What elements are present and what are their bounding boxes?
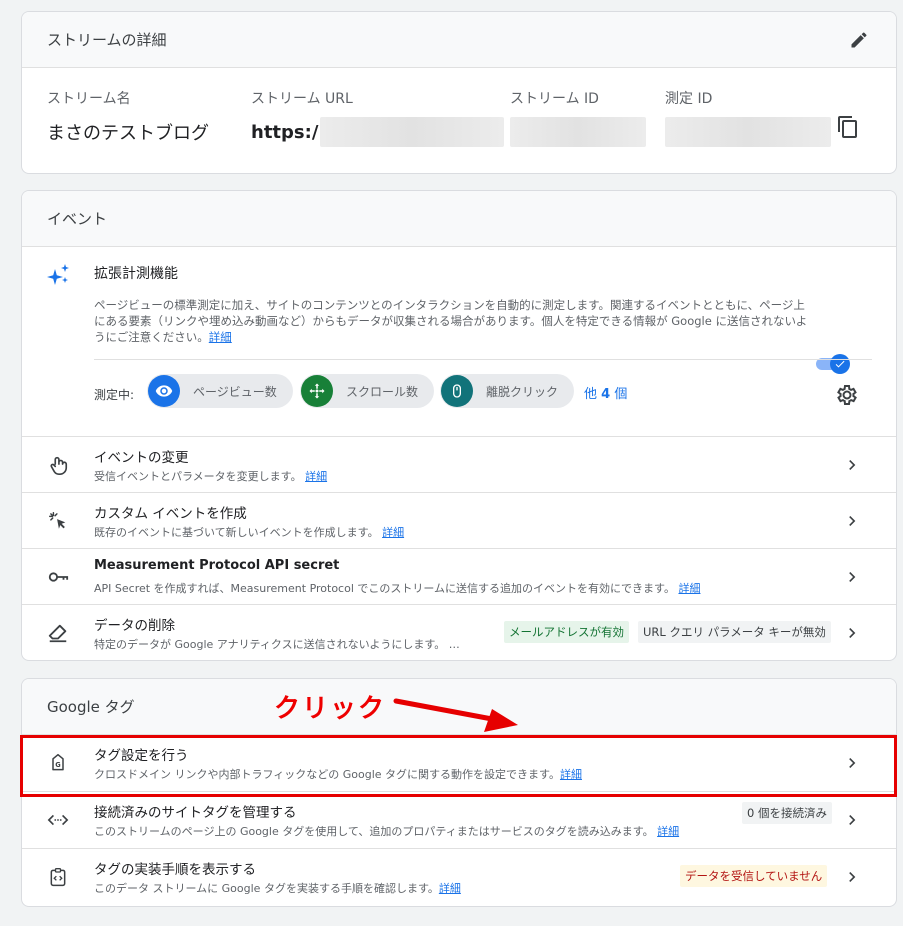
chip-scrolls[interactable]: スクロール数	[300, 374, 435, 408]
create-custom-event-learn-more-link[interactable]: 詳細	[382, 526, 404, 539]
events-title: イベント	[47, 210, 108, 228]
measurement-protocol-desc: API Secret を作成すれば、Measurement Protocol で…	[94, 582, 675, 595]
view-tag-instructions-learn-more-link[interactable]: 詳細	[439, 882, 461, 895]
stream-id-field: ストリーム ID	[510, 88, 646, 147]
key-icon	[46, 565, 70, 589]
sparkle-icon	[46, 263, 72, 293]
touch-icon	[46, 453, 70, 477]
measurement-protocol-learn-more-link[interactable]: 詳細	[678, 582, 700, 595]
no-data-received-badge: データを受信していません	[680, 865, 828, 887]
cursor-click-icon	[46, 509, 70, 533]
edit-icon[interactable]	[847, 28, 871, 52]
chevron-right-icon	[842, 623, 862, 647]
mouse-icon	[441, 375, 473, 407]
chip-page-views-label: ページビュー数	[193, 384, 277, 399]
code-link-icon	[46, 808, 70, 832]
enhanced-desc-text: ページビューの標準測定に加え、サイトのコンテンツとのインタラクションを自動的に測…	[94, 298, 808, 344]
event-modify-desc: 受信イベントとパラメータを変更します。	[94, 470, 302, 483]
more-measurements-link[interactable]: 他 4 個	[584, 383, 627, 402]
measuring-label: 測定中:	[94, 388, 135, 402]
create-custom-event-row[interactable]: カスタム イベントを作成 既存のイベントに基づいて新しいイベントを作成します。 …	[22, 493, 896, 549]
measurement-id-field: 測定 ID	[665, 88, 831, 147]
check-icon	[830, 354, 850, 374]
redacted-measurement-id	[665, 117, 831, 147]
enhanced-learn-more-link[interactable]: 詳細	[209, 330, 232, 344]
copy-icon[interactable]	[836, 115, 860, 143]
eraser-icon	[46, 621, 70, 645]
chevron-right-icon	[842, 867, 862, 891]
stream-name-label: ストリーム名	[47, 91, 131, 107]
stream-name-value: まさのテストブログ	[47, 123, 209, 144]
stream-details-header: ストリームの詳細	[22, 12, 896, 68]
click-annotation-text: クリック	[274, 694, 387, 724]
create-custom-event-title: カスタム イベントを作成	[94, 506, 247, 522]
connected-count-badge: 0 個を接続済み	[742, 802, 832, 824]
chip-outbound-clicks-label: 離脱クリック	[486, 384, 559, 399]
chevron-right-icon	[842, 567, 862, 591]
chip-scrolls-label: スクロール数	[346, 384, 419, 399]
redacted-stream-id	[510, 117, 646, 147]
stream-url-label: ストリーム URL	[251, 91, 353, 107]
scroll-icon	[301, 375, 333, 407]
enhanced-measurement-title: 拡張計測機能	[94, 266, 178, 282]
code-clipboard-icon	[46, 865, 70, 889]
redacted-url	[320, 117, 505, 147]
measurement-id-label: 測定 ID	[665, 91, 713, 107]
view-tag-instructions-title: タグの実装手順を表示する	[94, 862, 256, 878]
annotation-highlight-box	[20, 735, 897, 797]
event-modify-learn-more-link[interactable]: 詳細	[305, 470, 327, 483]
manage-connected-tags-desc: このストリームのページ上の Google タグを使用して、追加のプロパティまたは…	[94, 825, 654, 838]
stream-name-field: ストリーム名 まさのテストブログ	[47, 88, 209, 147]
chip-outbound-clicks[interactable]: 離脱クリック	[440, 374, 575, 408]
measurement-protocol-title: Measurement Protocol API secret	[94, 558, 340, 573]
chevron-right-icon	[842, 511, 862, 535]
stream-details-title: ストリームの詳細	[47, 31, 167, 49]
events-card: イベント 拡張計測機能 ページビューの標準測定に加え、サイトのコンテンツとのイン…	[21, 190, 897, 661]
measurement-protocol-row[interactable]: Measurement Protocol API secret API Secr…	[22, 549, 896, 605]
manage-connected-tags-learn-more-link[interactable]: 詳細	[657, 825, 679, 838]
stream-id-label: ストリーム ID	[510, 91, 599, 107]
stream-url-field: ストリーム URL https:/	[251, 88, 505, 147]
manage-connected-tags-title: 接続済みのサイトタグを管理する	[94, 805, 297, 821]
enhanced-measurement-toggle[interactable]	[816, 354, 852, 374]
data-redaction-desc: 特定のデータが Google アナリティクスに送信されないようにします。 …	[94, 638, 460, 651]
view-tag-instructions-row[interactable]: タグの実装手順を表示する このデータ ストリームに Google タグを実装する…	[22, 849, 896, 906]
create-custom-event-desc: 既存のイベントに基づいて新しいイベントを作成します。	[94, 526, 379, 539]
annotation-arrow-icon	[393, 698, 518, 732]
manage-connected-tags-row[interactable]: 接続済みのサイトタグを管理する このストリームのページ上の Google タグを…	[22, 792, 896, 849]
event-modify-row[interactable]: イベントの変更 受信イベントとパラメータを変更します。 詳細	[22, 437, 896, 493]
chip-page-views[interactable]: ページビュー数	[147, 374, 293, 408]
event-modify-title: イベントの変更	[94, 450, 189, 466]
enhanced-measurement-desc: ページビューの標準測定に加え、サイトのコンテンツとのインタラクションを自動的に測…	[94, 297, 809, 345]
gear-icon[interactable]	[835, 383, 859, 411]
email-redaction-badge: メールアドレスが有効	[504, 621, 629, 643]
chevron-right-icon	[842, 810, 862, 834]
eye-icon	[148, 375, 180, 407]
events-header: イベント	[22, 191, 896, 247]
data-redaction-row[interactable]: データの削除 特定のデータが Google アナリティクスに送信されないようにし…	[22, 605, 896, 660]
view-tag-instructions-desc: このデータ ストリームに Google タグを実装する手順を確認します。	[94, 882, 439, 895]
enhanced-measurement-section: 拡張計測機能 ページビューの標準測定に加え、サイトのコンテンツとのインタラクショ…	[22, 247, 896, 437]
stream-url-value: https:/	[251, 121, 319, 143]
stream-details-card: ストリームの詳細 ストリーム名 まさのテストブログ ストリーム URL http…	[21, 11, 897, 174]
data-redaction-title: データの削除	[94, 618, 175, 634]
url-query-redaction-badge: URL クエリ パラメータ キーが無効	[638, 621, 831, 643]
chevron-right-icon	[842, 455, 862, 479]
